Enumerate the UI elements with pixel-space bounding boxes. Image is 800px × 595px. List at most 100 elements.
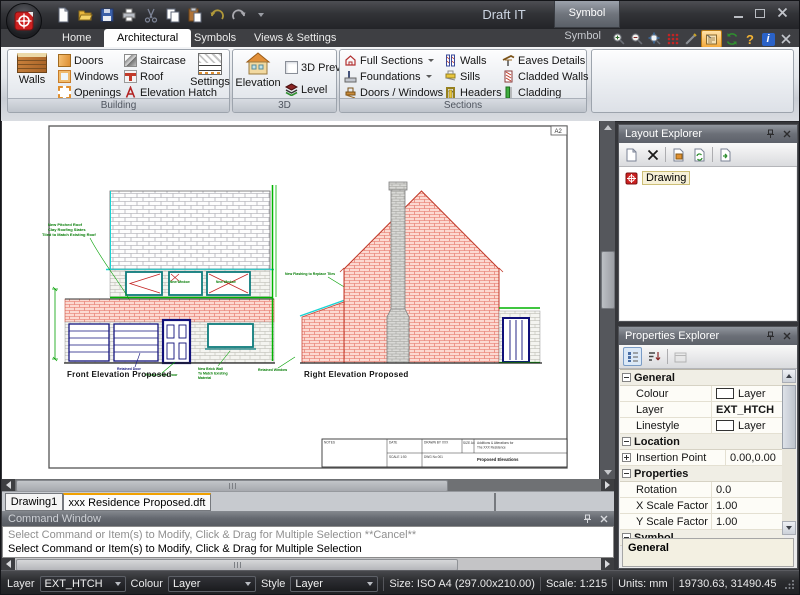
layout-item-drawing[interactable]: Drawing xyxy=(620,167,796,185)
symbol-window-tab[interactable]: Symbol xyxy=(554,1,620,28)
elevation-tool-icon[interactable] xyxy=(701,30,722,48)
drawing-canvas[interactable]: A2 xyxy=(2,121,599,479)
tab-views-settings[interactable]: Views & Settings xyxy=(241,29,349,47)
category-general[interactable]: General xyxy=(620,370,784,386)
sort-az-icon[interactable] xyxy=(646,348,663,365)
doc-tab-drawing1[interactable]: Drawing1 xyxy=(5,493,63,511)
resize-grip[interactable] xyxy=(785,579,795,589)
property-row-colour[interactable]: ColourLayer xyxy=(620,386,784,402)
redo-icon[interactable] xyxy=(229,6,248,24)
canvas-hscrollbar[interactable] xyxy=(2,479,614,491)
close-icon[interactable] xyxy=(780,128,794,140)
walls-icon xyxy=(17,53,47,73)
command-window[interactable]: Select Command or Item(s) to Modify, Cli… xyxy=(2,526,614,558)
status-bar: Layer EXT_HTCH Colour Layer Style Layer … xyxy=(1,570,800,595)
category-properties[interactable]: Properties xyxy=(620,466,784,482)
annotation: Tiled to Match Existing Roof xyxy=(42,232,96,237)
properties-explorer-panel: Properties Explorer General ColourLayer … xyxy=(618,326,798,569)
foundations-button[interactable]: Foundations xyxy=(344,69,432,84)
save-icon[interactable] xyxy=(97,6,116,24)
cladded-walls-button[interactable]: Cladded Walls xyxy=(502,69,589,84)
eaves-details-button[interactable]: Eaves Details xyxy=(502,53,585,68)
open-icon[interactable] xyxy=(75,6,94,24)
staircase-button[interactable]: Staircase xyxy=(124,53,186,68)
command-scrollbar[interactable] xyxy=(2,558,614,570)
property-row-insertion[interactable]: Insertion Point0.00,0.00 xyxy=(620,450,784,466)
grid-scroll-down-button[interactable] xyxy=(782,521,796,535)
pin-icon[interactable] xyxy=(580,513,594,525)
vscroll-thumb[interactable] xyxy=(601,251,615,309)
close-button[interactable] xyxy=(775,7,789,18)
property-grid-scrollbar[interactable] xyxy=(782,369,796,535)
style-dropdown[interactable]: Layer xyxy=(290,576,378,592)
maximize-button[interactable] xyxy=(753,7,767,18)
colour-dropdown[interactable]: Layer xyxy=(168,576,256,592)
property-row-layer[interactable]: LayerEXT_HTCH xyxy=(620,402,784,418)
command-window-titlebar: Command Window xyxy=(2,511,614,526)
elevation-button[interactable]: Elevation xyxy=(236,52,280,89)
minimize-button[interactable] xyxy=(731,7,745,18)
roof-button[interactable]: Roof xyxy=(124,69,163,84)
import-layout-icon[interactable] xyxy=(670,146,687,163)
layer-dropdown[interactable]: EXT_HTCH xyxy=(40,576,126,592)
grid-scroll-thumb[interactable] xyxy=(782,385,796,449)
windows-button[interactable]: Windows xyxy=(58,69,119,84)
close-icon[interactable] xyxy=(597,513,611,525)
help-icon[interactable]: ? xyxy=(742,32,758,47)
tab-symbols[interactable]: Symbols xyxy=(181,29,249,47)
sills-button[interactable]: Sills xyxy=(444,69,480,84)
draw-line-icon[interactable] xyxy=(683,32,699,47)
svg-text:Proposed Elevations: Proposed Elevations xyxy=(477,457,519,462)
new-icon[interactable] xyxy=(53,6,72,24)
close-ribbon-icon[interactable] xyxy=(778,32,794,47)
scroll-left-button[interactable] xyxy=(2,558,15,570)
pin-icon[interactable] xyxy=(763,330,777,342)
refresh-layout-icon[interactable] xyxy=(691,146,708,163)
export-layout-icon[interactable] xyxy=(717,146,734,163)
cut-icon[interactable] xyxy=(141,6,160,24)
command-history-line: Select Command or Item(s) to Modify, Cli… xyxy=(8,528,608,542)
door-icon xyxy=(58,54,71,67)
property-row-yscale[interactable]: Y Scale Factor1.00 xyxy=(620,514,784,530)
pin-icon[interactable] xyxy=(763,128,777,140)
tab-architectural[interactable]: Architectural xyxy=(104,29,191,47)
qat-overflow-icon[interactable] xyxy=(251,6,270,24)
paste-icon[interactable] xyxy=(185,6,204,24)
ribbon-group-3d: Elevation 3D Preview Level 3D xyxy=(232,49,337,113)
property-row-rotation[interactable]: Rotation0.0 xyxy=(620,482,784,498)
new-layout-icon[interactable] xyxy=(623,146,640,163)
app-menu-button[interactable] xyxy=(6,3,42,39)
delete-layout-icon[interactable] xyxy=(644,146,661,163)
tab-home[interactable]: Home xyxy=(49,29,104,47)
level-button[interactable]: Level xyxy=(285,82,327,97)
scroll-right-button[interactable] xyxy=(601,558,614,570)
canvas-vscrollbar[interactable] xyxy=(599,121,615,479)
grid-icon[interactable] xyxy=(665,32,681,47)
undo-icon[interactable] xyxy=(207,6,226,24)
property-row-xscale[interactable]: X Scale Factor1.00 xyxy=(620,498,784,514)
scroll-left-button[interactable] xyxy=(2,479,15,491)
walls-button[interactable]: Walls xyxy=(10,53,54,86)
close-icon[interactable] xyxy=(780,330,794,342)
doc-tab-residence[interactable]: xxx Residence Proposed.dft xyxy=(63,493,211,511)
settings-button[interactable]: Settings xyxy=(191,53,229,88)
section-walls-button[interactable]: Walls xyxy=(444,53,486,68)
expand-icon[interactable] xyxy=(622,453,631,462)
property-row-linestyle[interactable]: LinestyleLayer xyxy=(620,418,784,434)
refresh-icon[interactable] xyxy=(724,32,740,47)
info-icon[interactable]: i xyxy=(760,32,776,47)
category-location[interactable]: Location xyxy=(620,434,784,450)
pan-zoom-icon[interactable] xyxy=(647,32,663,47)
scroll-down-button[interactable] xyxy=(600,466,615,479)
doors-button[interactable]: Doors xyxy=(58,53,103,68)
categorized-icon[interactable] xyxy=(623,347,642,366)
scroll-up-button[interactable] xyxy=(600,121,615,134)
full-sections-button[interactable]: Full Sections xyxy=(344,53,434,68)
print-icon[interactable] xyxy=(119,6,138,24)
zoom-out-icon[interactable] xyxy=(629,32,645,47)
svg-text:NOTES: NOTES xyxy=(324,441,335,445)
zoom-in-icon[interactable] xyxy=(611,32,627,47)
grid-scroll-up-button[interactable] xyxy=(782,369,796,383)
copy-icon[interactable] xyxy=(163,6,182,24)
scroll-right-button[interactable] xyxy=(601,479,614,491)
